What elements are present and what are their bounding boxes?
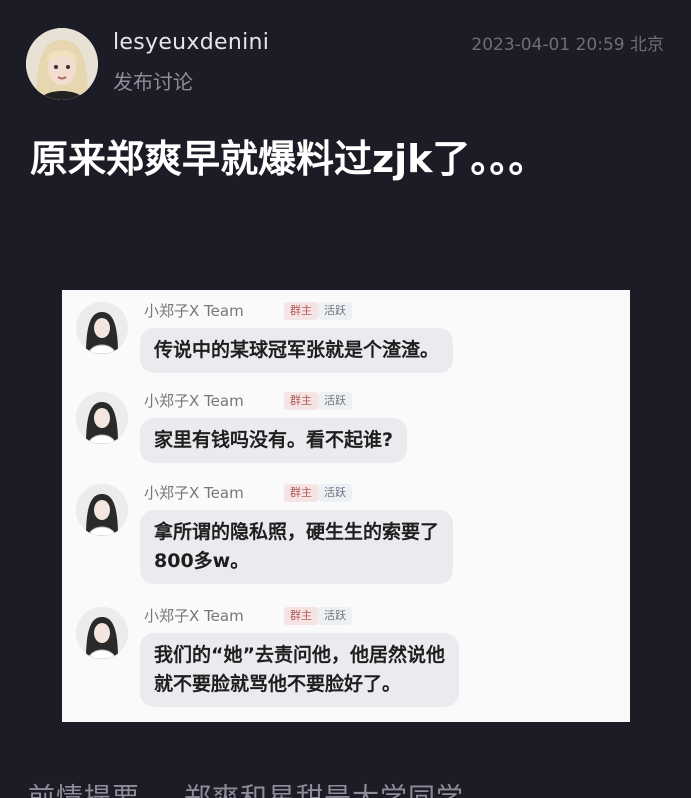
active-badge: 活跃 (318, 392, 352, 410)
chat-bubble: 家里有钱吗没有。看不起谁? (140, 418, 408, 463)
post-timestamp: 2023-04-01 20:59 北京 (471, 35, 664, 55)
chat-bubble-line: 就不要脸就骂他不要脸好了。 (154, 673, 402, 695)
chat-bubble: 拿所谓的隐私照，硬生生的索要了 800多w。 (140, 510, 454, 584)
chat-sender-name: 小郑子X Team (144, 484, 244, 502)
body-text-right: 郑爽和星甜是大学同学 (184, 783, 464, 798)
chat-bubble: 传说中的某球冠军张就是个渣渣。 (140, 328, 454, 373)
post-page: lesyeuxdenini 发布讨论 2023-04-01 20:59 北京 原… (0, 0, 691, 798)
avatar-image (26, 28, 98, 100)
chat-avatar (76, 484, 128, 536)
post-title: 原来郑爽早就爆料过zjk了。。。 (30, 137, 547, 181)
active-badge: 活跃 (318, 607, 352, 625)
chat-bubble-line: 我们的“她”去责问他，他居然说他 (154, 644, 445, 666)
role-badge: 群主 (284, 392, 318, 410)
chat-bubble-line: 传说中的某球冠军张就是个渣渣。 (154, 339, 440, 361)
chat-avatar (76, 302, 128, 354)
role-badge: 群主 (284, 484, 318, 502)
embedded-chat-screenshot[interactable]: 小郑子X Team 群主 活跃 传说中的某球冠军张就是个渣渣。 小郑子X Team 群主活… (62, 290, 630, 722)
role-badge: 群主 (284, 607, 318, 625)
chat-bubble-line: 拿所谓的隐私照，硬生生的索要了 (154, 521, 440, 543)
chat-bubble: 我们的“她”去责问他，他居然说他 就不要脸就骂他不要脸好了。 (140, 633, 459, 707)
username[interactable]: lesyeuxdenini (113, 30, 269, 55)
role-badge: 群主 (284, 302, 318, 320)
chat-bubble-line: 家里有钱吗没有。看不起谁? (154, 429, 394, 451)
active-badge: 活跃 (318, 484, 352, 502)
chat-sender-name: 小郑子X Team (144, 302, 244, 320)
chat-bubble-line: 800多w。 (154, 550, 250, 572)
active-badge: 活跃 (318, 302, 352, 320)
chat-avatar (76, 392, 128, 444)
user-avatar[interactable] (26, 28, 98, 100)
chat-sender-name: 小郑子X Team (144, 607, 244, 625)
chat-avatar (76, 607, 128, 659)
post-body-preview: 前情提要 郑爽和星甜是大学同学 (28, 776, 464, 798)
post-type-label: 发布讨论 (113, 70, 193, 94)
body-text-left: 前情提要 (28, 783, 140, 798)
chat-sender-name: 小郑子X Team (144, 392, 244, 410)
